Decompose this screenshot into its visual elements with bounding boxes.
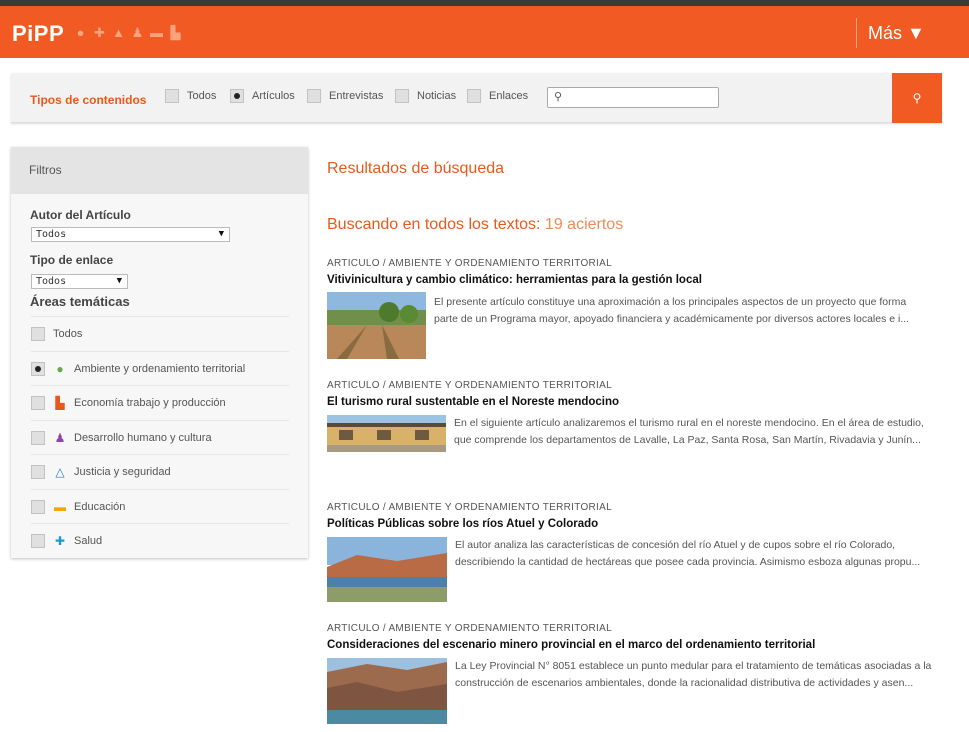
- result-excerpt-line: El presente artículo constituye una apro…: [434, 296, 907, 308]
- author-select-value: Todos: [36, 229, 67, 240]
- search-button-icon: ⚲: [912, 91, 922, 105]
- filters-panel: Filtros Autor del Artículo Todos ▼ Tipo …: [11, 147, 308, 558]
- area-checkbox[interactable]: [31, 464, 45, 479]
- link-type-select[interactable]: Todos ▼: [31, 274, 128, 289]
- result-excerpt-line: que comprende los departamentos de Laval…: [454, 434, 921, 446]
- book-icon[interactable]: ▬: [150, 26, 163, 40]
- drop-icon: ●: [56, 361, 64, 376]
- result-title-link[interactable]: Políticas Públicas sobre los ríos Atuel …: [327, 518, 598, 530]
- area-item-salud[interactable]: ✚ Salud: [31, 523, 289, 557]
- cross-icon: ✚: [54, 533, 66, 548]
- more-menu-button[interactable]: Más ▼: [856, 18, 925, 48]
- book-icon: ▬: [54, 499, 66, 514]
- result-excerpt-line: El autor analiza las características de …: [455, 539, 896, 551]
- site-logo[interactable]: PiPP: [12, 21, 64, 47]
- result-excerpt-line: La Ley Provincial N° 8051 establece un p…: [455, 660, 932, 672]
- result-category: ARTICULO / AMBIENTE Y ORDENAMIENTO TERRI…: [327, 623, 612, 634]
- header-bar: PiPP ● ✚ ▲ ♟ ▬ ▙ Más ▼: [0, 6, 969, 58]
- area-item-justicia[interactable]: △ Justicia y seguridad: [31, 454, 289, 488]
- type-option-entrevistas[interactable]: Entrevistas: [307, 89, 383, 103]
- search-button[interactable]: ⚲: [892, 73, 942, 123]
- result-excerpt-line: describiendo la cantidad de hectáreas qu…: [455, 556, 921, 568]
- search-input[interactable]: [568, 90, 716, 105]
- noticias-label: Noticias: [417, 90, 457, 102]
- result-excerpt-line: parte de un Programa mayor, apoyado fina…: [434, 313, 910, 325]
- header-icons: ● ✚ ▲ ♟ ▬ ▙: [74, 26, 182, 40]
- building-image[interactable]: [327, 415, 446, 452]
- noticias-checkbox[interactable]: [395, 89, 409, 103]
- result-category: ARTICULO / AMBIENTE Y ORDENAMIENTO TERRI…: [327, 258, 612, 269]
- result-title-link[interactable]: Consideraciones del escenario minero pro…: [327, 639, 815, 651]
- entrevistas-label: Entrevistas: [329, 90, 384, 102]
- result-category: ARTICULO / AMBIENTE Y ORDENAMIENTO TERRI…: [327, 502, 612, 513]
- vineyard-image[interactable]: [327, 292, 426, 359]
- area-checkbox[interactable]: [31, 395, 45, 410]
- area-item-economia[interactable]: ▙ Economía trabajo y producción: [31, 385, 289, 419]
- search-icon: ⚲: [554, 91, 563, 103]
- cross-icon[interactable]: ✚: [93, 26, 106, 40]
- area-checkbox[interactable]: [31, 326, 45, 341]
- area-label: Todos: [53, 327, 83, 340]
- results-title: Resultados de búsqueda: [327, 160, 505, 177]
- content-types-label: Tipos de contenidos: [30, 93, 147, 107]
- filters-title: Filtros: [11, 147, 308, 194]
- results-count-prefix: Buscando en todos los textos:: [327, 216, 541, 233]
- content-type-bar: Tipos de contenidos Todos Artículos Entr…: [11, 73, 942, 123]
- articulos-checkbox[interactable]: [230, 89, 244, 103]
- result-title-link[interactable]: El turismo rural sustentable en el Nores…: [327, 396, 619, 408]
- area-item-todos[interactable]: Todos: [31, 316, 289, 350]
- type-option-todos[interactable]: Todos: [165, 89, 216, 103]
- result-category: ARTICULO / AMBIENTE Y ORDENAMIENTO TERRI…: [327, 380, 612, 391]
- chevron-down-icon: ▼: [116, 276, 122, 286]
- river-image[interactable]: [327, 537, 447, 602]
- triangle-icon: △: [55, 464, 65, 479]
- link-type-select-value: Todos: [36, 276, 67, 287]
- area-checkbox[interactable]: [31, 430, 45, 445]
- entrevistas-checkbox[interactable]: [307, 89, 321, 103]
- results-count: Buscando en todos los textos: 19 acierto…: [327, 216, 623, 234]
- canyon-image[interactable]: [327, 658, 447, 724]
- area-checkbox[interactable]: [31, 533, 45, 548]
- type-option-noticias[interactable]: Noticias: [395, 89, 456, 103]
- person-icon: ♟: [54, 430, 66, 445]
- areas-label: Áreas temáticas: [30, 294, 130, 309]
- author-select[interactable]: Todos ▼: [31, 227, 230, 242]
- drop-icon[interactable]: ●: [74, 26, 87, 40]
- area-item-educacion[interactable]: ▬ Educación: [31, 489, 289, 523]
- todos-checkbox[interactable]: [165, 89, 179, 103]
- area-label: Desarrollo humano y cultura: [74, 431, 212, 444]
- results-count-value: 19 aciertos: [544, 216, 624, 233]
- todos-label: Todos: [187, 90, 217, 102]
- enlaces-checkbox[interactable]: [467, 89, 481, 103]
- result-excerpt-line: En el siguiente artículo analizaremos el…: [454, 417, 924, 429]
- area-label: Economía trabajo y producción: [74, 396, 226, 409]
- result-title-link[interactable]: Vitivinicultura y cambio climático: herr…: [327, 274, 702, 286]
- author-filter-label: Autor del Artículo: [30, 208, 131, 222]
- articulos-label: Artículos: [252, 90, 295, 102]
- area-label: Educación: [74, 500, 126, 513]
- search-field[interactable]: ⚲: [547, 87, 719, 108]
- result-excerpt-line: construcción de escenarios ambientales, …: [455, 677, 914, 689]
- triangle-icon[interactable]: ▲: [112, 26, 125, 40]
- area-checkbox[interactable]: [31, 499, 45, 514]
- area-label: Justicia y seguridad: [74, 465, 171, 478]
- area-item-desarrollo[interactable]: ♟ Desarrollo humano y cultura: [31, 420, 289, 454]
- enlaces-label: Enlaces: [489, 90, 529, 102]
- link-type-label: Tipo de enlace: [30, 253, 114, 267]
- factory-icon[interactable]: ▙: [169, 26, 182, 40]
- area-checkbox[interactable]: [31, 361, 45, 376]
- area-item-ambiente[interactable]: ● Ambiente y ordenamiento territorial: [31, 351, 289, 385]
- factory-icon: ▙: [55, 395, 65, 410]
- type-option-articulos[interactable]: Artículos: [230, 89, 295, 103]
- area-label: Ambiente y ordenamiento territorial: [74, 362, 246, 375]
- person-icon[interactable]: ♟: [131, 26, 144, 40]
- type-option-enlaces[interactable]: Enlaces: [467, 89, 528, 103]
- area-label: Salud: [74, 534, 103, 547]
- chevron-down-icon: ▼: [218, 229, 224, 239]
